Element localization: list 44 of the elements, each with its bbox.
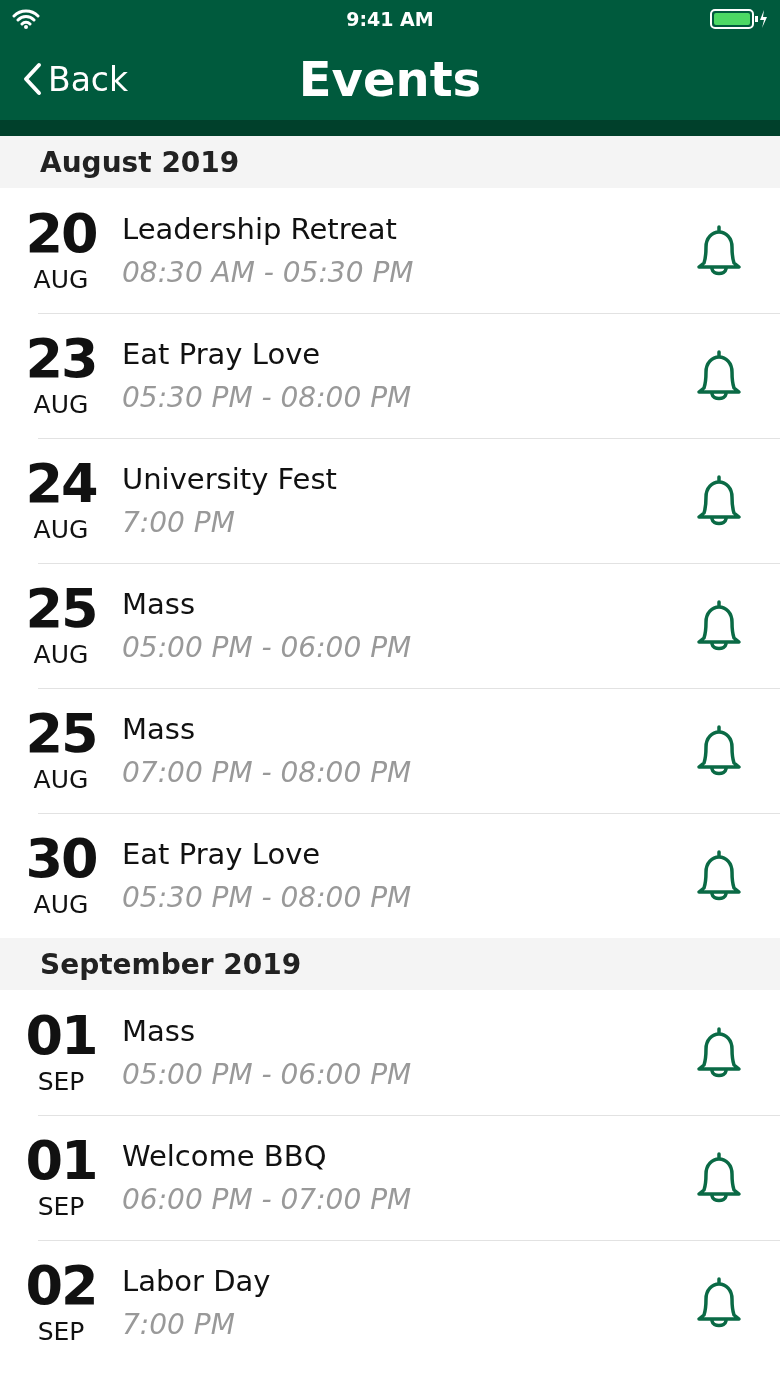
battery-icon <box>710 8 768 30</box>
event-title[interactable]: Leadership Retreat <box>122 212 692 246</box>
event-month: AUG <box>33 890 89 919</box>
event-month: AUG <box>33 515 89 544</box>
event-time: 7:00 PM <box>122 1308 236 1341</box>
event-day: 23 <box>25 332 97 386</box>
event-time: 07:00 PM - 08:00 PM <box>122 756 413 789</box>
event-month: AUG <box>33 390 89 419</box>
event-month: AUG <box>33 765 89 794</box>
event-title[interactable]: Eat Pray Love <box>122 837 692 871</box>
event-month: SEP <box>37 1067 85 1096</box>
event-title[interactable]: Labor Day <box>122 1264 692 1298</box>
event-title[interactable]: Mass <box>122 712 692 746</box>
event-time: 05:00 PM - 06:00 PM <box>122 631 413 664</box>
event-month: SEP <box>37 1192 85 1221</box>
event-day: 25 <box>25 582 97 636</box>
event-time: 05:30 PM - 08:00 PM <box>122 381 413 414</box>
event-day: 25 <box>25 707 97 761</box>
event-title[interactable]: Mass <box>122 1014 692 1048</box>
chevron-left-icon <box>22 62 42 96</box>
event-time: 08:30 AM - 05:30 PM <box>122 256 415 289</box>
event-time: 7:00 PM <box>122 506 236 539</box>
event-time: 06:00 PM - 07:00 PM <box>122 1183 413 1216</box>
event-time: 05:00 PM - 06:00 PM <box>122 1058 413 1091</box>
event-day: 01 <box>25 1009 97 1063</box>
section-header: September 2019 <box>40 947 302 981</box>
event-day: 20 <box>25 207 97 261</box>
event-title[interactable]: Eat Pray Love <box>122 337 692 371</box>
screen-title: Events <box>298 51 482 107</box>
event-title[interactable]: Mass <box>122 587 692 621</box>
event-month: AUG <box>33 265 89 294</box>
back-button[interactable]: Back <box>0 59 129 99</box>
wifi-icon <box>12 9 40 29</box>
event-day: 30 <box>25 832 97 886</box>
event-title[interactable]: University Fest <box>122 462 692 496</box>
status-time: 9:41 AM <box>346 8 434 30</box>
event-time: 05:30 PM - 08:00 PM <box>122 881 413 914</box>
event-month: SEP <box>37 1317 85 1346</box>
event-month: AUG <box>33 640 89 669</box>
section-header: August 2019 <box>40 145 240 179</box>
event-day: 02 <box>25 1259 97 1313</box>
event-title[interactable]: Welcome BBQ <box>122 1139 692 1173</box>
event-day: 24 <box>25 457 97 511</box>
event-day: 01 <box>25 1134 97 1188</box>
